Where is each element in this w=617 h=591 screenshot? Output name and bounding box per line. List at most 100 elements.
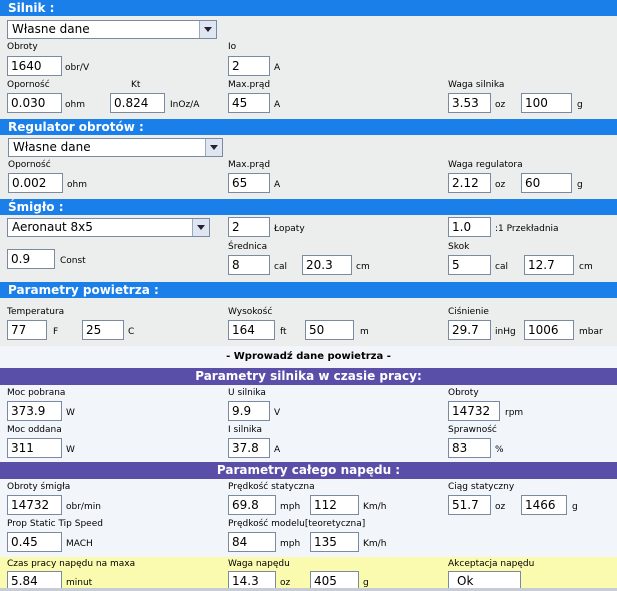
kmh-unit: Km/h <box>363 539 387 549</box>
obroty-praca-label: Obroty <box>448 388 479 398</box>
regulator-header: Regulator obrotów : <box>0 119 617 135</box>
praca-title: Parametry silnika w czasie pracy: <box>195 369 422 383</box>
waga-regulatora-label: Waga regulatora <box>448 160 523 170</box>
sprawnosc-input[interactable]: 83 <box>448 438 491 458</box>
chevron-down-icon[interactable] <box>192 219 209 236</box>
io-input[interactable]: 2 <box>228 56 270 76</box>
opornosc-input[interactable]: 0.030 <box>7 93 62 113</box>
praca-header: Parametry silnika w czasie pracy: <box>0 368 617 385</box>
smiglo-select[interactable]: Aeronaut 8x5 <box>7 218 210 237</box>
obroty-input[interactable]: 1640 <box>7 56 62 76</box>
cal-unit: cal <box>274 262 287 272</box>
chevron-down-icon[interactable] <box>199 21 216 38</box>
skok-cm-input[interactable]: 12.7 <box>524 255 574 275</box>
skok-cal-input[interactable]: 5 <box>448 255 491 275</box>
powietrze-title: Parametry powietrza : <box>8 283 159 297</box>
obr-min-unit: obr/min <box>66 502 101 512</box>
chevron-down-icon[interactable] <box>205 139 222 156</box>
oz-unit: oz <box>495 502 506 512</box>
temperatura-c-input[interactable]: 25 <box>82 320 124 340</box>
regulator-opornosc-label: Oporność <box>8 160 51 170</box>
regulator-select-value: Własne dane <box>13 140 91 154</box>
g-unit: g <box>577 180 583 190</box>
mbar-unit: mbar <box>579 327 603 337</box>
kt-label: Kt <box>131 80 141 90</box>
regulator-maxprad-unit: A <box>274 180 281 190</box>
moc-pobrana-label: Moc pobrana <box>7 388 66 398</box>
moc-oddana-input[interactable]: 311 <box>7 438 62 458</box>
predkosc-modelu-kmh-input[interactable]: 135 <box>310 532 359 552</box>
przekladnia-label: :1 Przekładnia <box>495 224 559 234</box>
silnik-title: Silnik : <box>8 1 55 15</box>
mph-unit: mph <box>280 502 301 512</box>
ciag-oz-input[interactable]: 51.7 <box>448 495 491 515</box>
wprowadz-dane-powietrza-link[interactable]: - Wprowadź dane powietrza - <box>0 351 617 362</box>
regulator-title: Regulator obrotów : <box>8 120 144 134</box>
regulator-maxprad-input[interactable]: 65 <box>228 173 270 193</box>
moc-pobrana-input[interactable]: 373.9 <box>7 401 62 421</box>
predkosc-modelu-mph-input[interactable]: 84 <box>228 532 276 552</box>
waga-silnika-g-input[interactable]: 100 <box>521 93 572 113</box>
i-silnika-input[interactable]: 37.8 <box>228 438 270 458</box>
waga-regulatora-oz-input[interactable]: 2.12 <box>448 173 491 193</box>
mph-unit: mph <box>280 539 301 549</box>
waga-silnika-oz-input[interactable]: 3.53 <box>448 93 491 113</box>
waga-regulatora-g-input[interactable]: 60 <box>521 173 572 193</box>
regulator-select[interactable]: Własne dane <box>8 138 223 157</box>
smiglo-select-value: Aeronaut 8x5 <box>12 220 93 234</box>
srednica-cm-input[interactable]: 20.3 <box>302 255 352 275</box>
i-silnika-label: I silnika <box>228 425 262 435</box>
czas-pracy-label: Czas pracy napędu na maxa <box>7 559 136 569</box>
temperatura-f-input[interactable]: 77 <box>7 320 47 340</box>
silnik-select-value: Własne dane <box>12 22 90 36</box>
cisnienie-mbar-input[interactable]: 1006 <box>524 320 574 340</box>
inhg-unit: inHg <box>495 327 516 337</box>
f-unit: F <box>53 327 59 337</box>
predkosc-statyczna-mph-input[interactable]: 69.8 <box>228 495 276 515</box>
tip-speed-input[interactable]: 0.45 <box>7 532 62 552</box>
cisnienie-inhg-input[interactable]: 29.7 <box>448 320 491 340</box>
cal-unit: cal <box>495 262 508 272</box>
const-label: Const <box>60 256 86 266</box>
moc-oddana-label: Moc oddana <box>7 425 62 435</box>
minut-unit: minut <box>66 578 93 588</box>
temperatura-label: Temperatura <box>7 307 65 317</box>
ft-unit: ft <box>280 327 287 337</box>
maxprad-input[interactable]: 45 <box>228 93 270 113</box>
u-silnika-label: U silnika <box>228 388 266 398</box>
wysokosc-m-input[interactable]: 50 <box>305 320 354 340</box>
kt-unit: InOz/A <box>170 100 200 110</box>
cm-unit: cm <box>356 262 370 272</box>
ciag-g-input[interactable]: 1466 <box>521 495 567 515</box>
obroty-praca-input[interactable]: 14732 <box>448 401 500 421</box>
predkosc-statyczna-kmh-input[interactable]: 112 <box>310 495 359 515</box>
smiglo-header: Śmigło : <box>0 199 617 215</box>
g-unit: g <box>572 502 578 512</box>
kt-input[interactable]: 0.824 <box>110 93 165 113</box>
srednica-cal-input[interactable]: 8 <box>228 255 270 275</box>
rpm-unit: rpm <box>505 408 524 418</box>
naped-title: Parametry całego napędu : <box>216 463 401 477</box>
regulator-opornosc-input[interactable]: 0.002 <box>8 173 63 193</box>
u-silnika-input[interactable]: 9.9 <box>228 401 270 421</box>
wysokosc-ft-input[interactable]: 164 <box>228 320 275 340</box>
naped-header: Parametry całego napędu : <box>0 462 617 479</box>
regulator-opornosc-unit: ohm <box>67 180 87 190</box>
predkosc-modelu-label: Prędkość modelu[teoretyczna] <box>228 519 366 529</box>
cisnienie-label: Ciśnienie <box>448 307 489 317</box>
srednica-label: Średnica <box>228 242 268 252</box>
obroty-smigla-input[interactable]: 14732 <box>7 495 62 515</box>
silnik-select[interactable]: Własne dane <box>7 20 217 39</box>
pct-unit: % <box>495 445 504 455</box>
smiglo-title: Śmigło : <box>8 200 64 214</box>
oz-unit: oz <box>495 100 506 110</box>
oz-unit: oz <box>495 180 506 190</box>
skok-label: Skok <box>448 242 470 252</box>
przekladnia-input[interactable]: 1.0 <box>448 217 491 237</box>
const-input[interactable]: 0.9 <box>7 249 55 269</box>
obroty-smigla-label: Obroty śmigła <box>7 482 71 492</box>
cm-unit: cm <box>579 262 593 272</box>
akceptacja-label: Akceptacja napędu <box>448 559 535 569</box>
lopaty-input[interactable]: 2 <box>228 217 270 237</box>
m-unit: m <box>360 327 369 337</box>
